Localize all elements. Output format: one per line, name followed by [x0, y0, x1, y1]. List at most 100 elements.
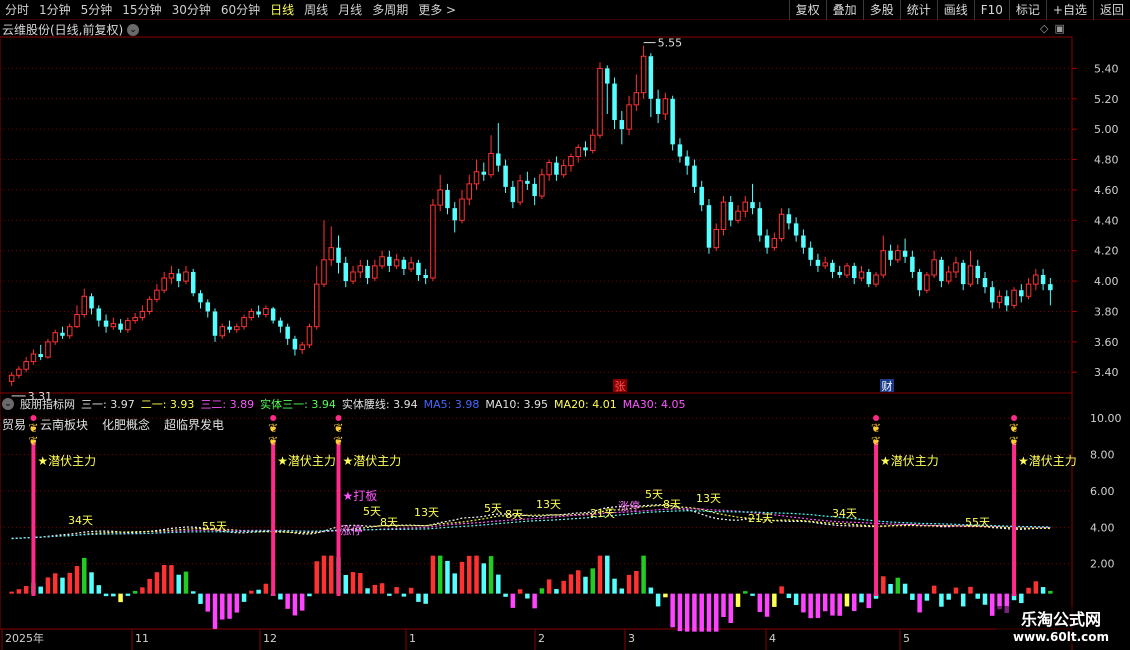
toolbar-button-8[interactable]: 返回 [1092, 0, 1130, 20]
indicator-number: 3.98 [451, 397, 480, 411]
indicator-histogram-bar [401, 593, 407, 597]
indicator-histogram-bar [1048, 590, 1053, 594]
diamond-icon[interactable]: ◇ [1040, 22, 1048, 35]
candle-body-up [132, 317, 138, 322]
candle-body-down [757, 208, 763, 236]
toolbar-button-3[interactable]: 统计 [899, 0, 937, 20]
period-tab-8[interactable]: 月线 [333, 1, 367, 18]
period-tab-10[interactable]: 更多 > [413, 1, 461, 18]
indicator-histogram-bar [721, 593, 726, 617]
chevron-down-icon[interactable]: ⌄ [127, 23, 140, 36]
indicator-number: 3.94 [389, 398, 418, 411]
event-marker-label: 财 [882, 379, 893, 393]
indicator-histogram-bar [212, 593, 218, 629]
candle-body-up [168, 272, 175, 279]
candle-body-up [459, 198, 465, 221]
latent-main-force-label: ★潜伏主力 [1018, 454, 1077, 468]
latent-main-force-label: ★潜伏主力 [37, 454, 96, 468]
candle-body-down [285, 326, 290, 339]
candle-body-down [336, 247, 341, 263]
candle-body-down [176, 273, 181, 282]
signal-leaf-icon: ❦ [871, 434, 881, 448]
period-tab-9[interactable]: 多周期 [367, 1, 413, 18]
indicator-histogram-bar [968, 586, 973, 594]
indicator-histogram-bar [467, 555, 472, 594]
candle-body-up [81, 295, 88, 316]
latent-main-force-label: ★潜伏主力 [277, 454, 336, 468]
signal-leaf-icon: ❦ [268, 434, 278, 448]
candle-body-down [684, 156, 690, 166]
candle-body-up [924, 274, 930, 291]
indicator-histogram-bar [52, 573, 58, 594]
candle-body-up [822, 262, 828, 267]
indicator-histogram-bar [590, 568, 595, 594]
indicator-histogram-bar [837, 593, 842, 616]
candle-body-up [263, 307, 269, 316]
concept-tag: 云南板块 [40, 418, 89, 432]
period-tab-4[interactable]: 30分钟 [167, 1, 216, 18]
indicator-histogram-bar [597, 555, 603, 594]
candle-body-down [750, 202, 755, 209]
candle-body-up [626, 104, 632, 130]
day-count-label: 8天 [505, 508, 523, 521]
period-tab-3[interactable]: 15分钟 [117, 1, 166, 18]
limit-up-label: 涨停 [618, 499, 640, 513]
indicator-value-3: 实体三一: 3.94 [260, 396, 336, 412]
indicator-histogram-bar [764, 593, 770, 617]
candle-body-down [481, 171, 487, 175]
indicator-histogram-bar [125, 593, 131, 596]
candle-body-up [560, 165, 567, 176]
candle-body-up [945, 271, 952, 282]
candle-body-down [452, 208, 457, 221]
price-tick-label: 4.40 [1094, 214, 1119, 227]
kline-chart: 5.40 5.20 5.00 4.80 4.60 4.40 4.20 4.00 3.80 3.60… [0, 36, 1122, 650]
latent-main-force-label: ★潜伏主力 [880, 454, 939, 468]
indicator-histogram-bar [140, 587, 145, 594]
period-tab-0[interactable]: 分时 [0, 1, 34, 18]
period-tab-2[interactable]: 5分钟 [76, 1, 118, 18]
toolbar-button-0[interactable]: 复权 [788, 0, 826, 20]
indicator-histogram-bar [931, 585, 937, 594]
indicator-histogram-bar [430, 555, 436, 594]
toolbar-button-2[interactable]: 多股 [862, 0, 900, 20]
candle-body-up [8, 374, 15, 382]
period-tab-6[interactable]: 日线 [265, 1, 299, 18]
candle-body-up [568, 156, 574, 167]
indicator-histogram-bar [648, 587, 654, 594]
day-count-label: 13天 [536, 498, 561, 511]
day-count-label: 5天 [645, 488, 663, 501]
toolbar-button-4[interactable]: 画线 [936, 0, 974, 20]
indicator-histogram-bar [634, 570, 639, 594]
toolbar-button-5[interactable]: F10 [973, 0, 1009, 20]
indicator-histogram-bar [488, 556, 494, 594]
period-tab-5[interactable]: 60分钟 [216, 1, 265, 18]
indicator-histogram-bar [96, 585, 102, 594]
concept-tag: 贸易 [2, 418, 27, 432]
high-price-label: 5.55 [658, 37, 683, 50]
indicator-label: 实体三一: [260, 398, 308, 411]
candle-body-down [960, 262, 966, 285]
candle-body-up [306, 326, 313, 346]
indicator-histogram-bar [510, 593, 516, 608]
candle-body-down [1048, 284, 1053, 291]
toolbar-button-1[interactable]: 叠加 [825, 0, 863, 20]
candle-body-down [619, 120, 625, 130]
indicator-label: 实体腰线: [341, 398, 390, 411]
candle-body-up [597, 67, 603, 136]
period-tab-7[interactable]: 周线 [299, 1, 333, 18]
candle-body-down [227, 326, 232, 330]
indicator-label: 三一: [81, 398, 107, 411]
chevron-down-icon[interactable]: ⌄ [2, 398, 14, 410]
candle-body-down [1019, 290, 1024, 297]
panel-toggle-icon[interactable]: ▣ [1054, 22, 1064, 35]
candle-body-up [139, 310, 146, 319]
toolbar-button-7[interactable]: +自选 [1045, 0, 1093, 20]
indicator-value-6: MA10: 3.95 [485, 398, 548, 411]
toolbar-button-6[interactable]: 标记 [1008, 0, 1046, 20]
candle-body-down [401, 259, 407, 269]
candle-body-up [357, 265, 364, 273]
period-tab-1[interactable]: 1分钟 [34, 1, 76, 18]
indicator-label: MA20: [554, 397, 589, 411]
indicator-histogram-bar [757, 593, 763, 612]
indicator-histogram-bar [670, 593, 675, 628]
